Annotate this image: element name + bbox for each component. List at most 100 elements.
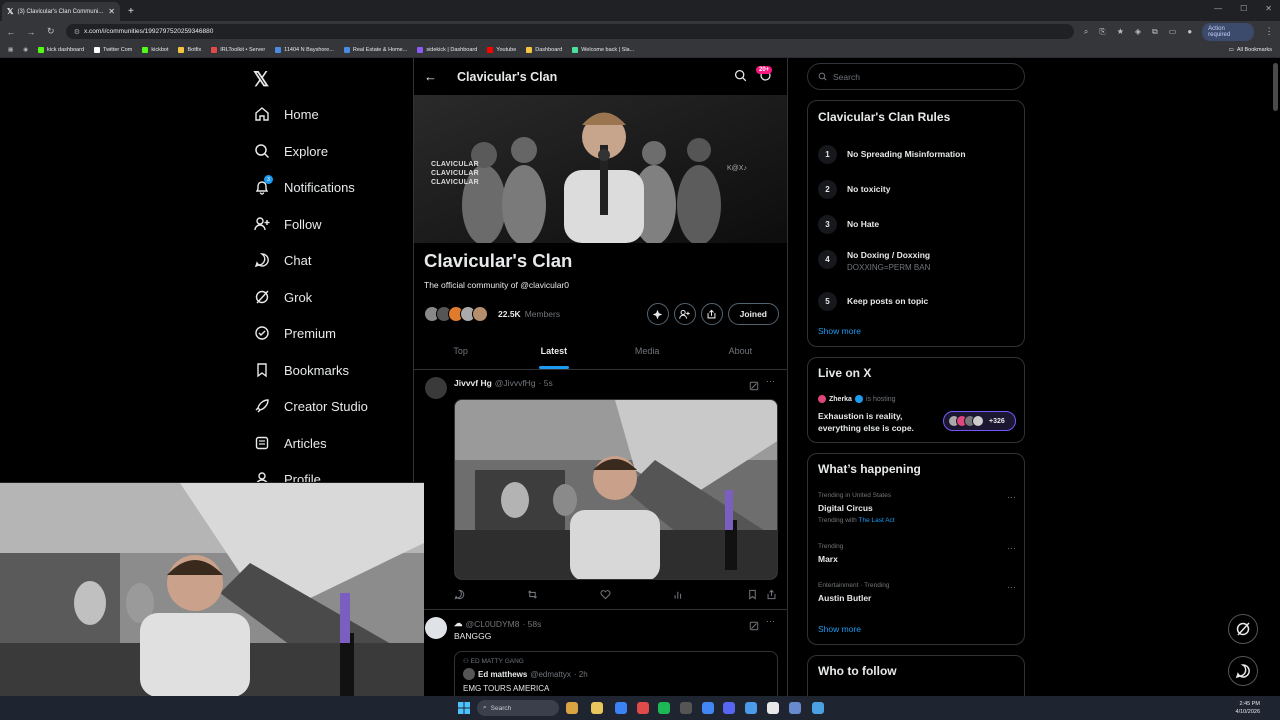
- share-button[interactable]: [700, 303, 723, 325]
- apps-icon[interactable]: ▦: [8, 47, 13, 53]
- chrome-icon[interactable]: [702, 702, 714, 714]
- maximize-icon[interactable]: ☐: [1240, 4, 1247, 13]
- invite-button[interactable]: [673, 303, 696, 325]
- close-window-icon[interactable]: ✕: [1265, 4, 1272, 13]
- post-more-icon[interactable]: ⋯: [766, 616, 775, 627]
- scrollbar-thumb[interactable]: [1273, 63, 1278, 111]
- trend-item[interactable]: Trending Marx ⋯: [818, 543, 1016, 564]
- forward-icon[interactable]: →: [26, 27, 36, 37]
- browser-menu-icon[interactable]: ⋮: [1264, 26, 1274, 37]
- taskbar-app-icon[interactable]: [745, 702, 757, 714]
- tab-media[interactable]: Media: [601, 333, 694, 369]
- browser-tab[interactable]: 𝕏 (3) Clavicular's Clan Communi... ✕: [2, 2, 120, 21]
- chat-fab[interactable]: [1228, 656, 1258, 686]
- nav-bookmarks[interactable]: Bookmarks: [254, 362, 349, 378]
- repost-icon[interactable]: [527, 587, 538, 605]
- post-more-icon[interactable]: ⋯: [766, 376, 775, 387]
- post-author-name[interactable]: ☁: [454, 618, 463, 629]
- minimize-icon[interactable]: —: [1214, 4, 1222, 13]
- taskbar-app-icon[interactable]: [812, 702, 824, 714]
- bookmark-item[interactable]: Real Estate & Home...: [343, 46, 407, 53]
- search-input[interactable]: Search: [807, 63, 1025, 90]
- extensions-icon[interactable]: ⧉: [1152, 27, 1158, 37]
- share-post-icon[interactable]: [766, 587, 777, 605]
- trend-more-icon[interactable]: ⋯: [1007, 543, 1016, 554]
- nav-grok[interactable]: Grok: [254, 289, 312, 305]
- taskbar-clock[interactable]: 2:45 PM 4/10/2026: [1236, 700, 1260, 716]
- rules-show-more[interactable]: Show more: [818, 326, 861, 336]
- nav-articles[interactable]: Articles: [254, 435, 327, 451]
- tab-about[interactable]: About: [694, 333, 787, 369]
- grok-explain-icon[interactable]: [749, 378, 759, 396]
- post-avatar[interactable]: [425, 617, 447, 639]
- bookmark-item[interactable]: kick dashboard: [38, 46, 84, 53]
- member-avatars[interactable]: [424, 306, 488, 322]
- live-listeners-pill[interactable]: +326: [943, 411, 1016, 431]
- close-tab-icon[interactable]: ✕: [108, 7, 115, 16]
- reply-icon[interactable]: [454, 587, 465, 605]
- zoom-icon[interactable]: ⌕: [1084, 27, 1088, 37]
- post-author-name[interactable]: Jivvvf Hg: [454, 378, 492, 388]
- nav-follow[interactable]: Follow: [254, 216, 322, 232]
- trend-more-icon[interactable]: ⋯: [1007, 492, 1016, 503]
- bookmark-item[interactable]: IRLToolkit • Server: [211, 46, 265, 53]
- site-info-icon[interactable]: ⚙: [74, 28, 80, 36]
- install-icon[interactable]: ⎘: [1099, 27, 1105, 37]
- trends-show-more[interactable]: Show more: [818, 624, 861, 634]
- bookmark-item[interactable]: 11404 N Bayshore...: [275, 46, 334, 53]
- chrome-icon[interactable]: ◉: [23, 47, 28, 53]
- views-icon[interactable]: [673, 587, 684, 605]
- trend-item[interactable]: Entertainment · Trending Austin Butler ⋯: [818, 582, 1016, 603]
- action-required-button[interactable]: Action required: [1202, 22, 1255, 41]
- discord-icon[interactable]: [723, 702, 735, 714]
- taskbar-app-icon[interactable]: [680, 702, 692, 714]
- post-avatar[interactable]: [425, 377, 447, 399]
- nav-explore[interactable]: Explore: [254, 143, 328, 159]
- quoted-post[interactable]: ⚇ ED MATTY GANG Ed matthews @edmattyx · …: [454, 651, 778, 696]
- taskbar-search[interactable]: ⌕ Search: [477, 700, 559, 716]
- pin-button[interactable]: [646, 303, 669, 325]
- bookmark-item[interactable]: Dashboard: [526, 46, 562, 53]
- back-arrow-icon[interactable]: ←: [424, 69, 437, 84]
- bookmark-item[interactable]: Welcome back | Sla...: [572, 46, 634, 53]
- taskbar-app-icon[interactable]: [637, 702, 649, 714]
- grok-fab[interactable]: [1228, 614, 1258, 644]
- trend-more-icon[interactable]: ⋯: [1007, 582, 1016, 593]
- nav-premium[interactable]: Premium: [254, 325, 336, 341]
- post-author-handle[interactable]: @JivvvfHg: [495, 378, 536, 388]
- post-author-handle[interactable]: @CL0UDYM8: [466, 619, 520, 629]
- post-video[interactable]: [454, 399, 778, 580]
- reload-icon[interactable]: ↻: [46, 26, 56, 37]
- live-host[interactable]: Zherka is hosting: [818, 395, 896, 403]
- back-icon[interactable]: ←: [6, 27, 16, 37]
- spotify-icon[interactable]: [658, 702, 670, 714]
- nav-chat[interactable]: Chat: [254, 252, 311, 268]
- taskbar-app-icon[interactable]: [789, 702, 801, 714]
- trend-item[interactable]: Trending in United States Digital Circus…: [818, 492, 1016, 524]
- bookmark-post-icon[interactable]: [747, 587, 758, 605]
- post-time[interactable]: · 58s: [522, 619, 541, 629]
- taskbar-app-icon[interactable]: [566, 702, 578, 714]
- file-explorer-icon[interactable]: [591, 702, 603, 714]
- bookmark-star-icon[interactable]: ★: [1117, 27, 1124, 37]
- new-tab-button[interactable]: +: [128, 6, 134, 17]
- url-field[interactable]: ⚙ x.com/i/communities/199279752025934688…: [65, 24, 1074, 39]
- taskbar-app-icon[interactable]: [615, 702, 627, 714]
- members-count[interactable]: 22.5K: [498, 309, 521, 319]
- bookmark-item[interactable]: Youtube: [487, 46, 516, 53]
- x-app-icon[interactable]: [767, 702, 779, 714]
- page-scrollbar[interactable]: [1271, 58, 1280, 696]
- like-icon[interactable]: [600, 587, 611, 605]
- split-icon[interactable]: ▭: [1169, 27, 1177, 37]
- bookmark-item[interactable]: kickbot: [142, 46, 168, 53]
- extension-icon[interactable]: ◈: [1135, 27, 1141, 37]
- nav-home[interactable]: Home: [254, 106, 319, 122]
- grok-explain-icon[interactable]: [749, 618, 759, 636]
- nav-notifications[interactable]: 3 Notifications: [254, 175, 355, 195]
- bookmark-item[interactable]: Twitter Com: [94, 46, 132, 53]
- live-space-title[interactable]: Exhaustion is reality, everything else i…: [818, 410, 938, 434]
- bookmark-item[interactable]: sidekick | Dashboard: [417, 46, 477, 53]
- profile-icon[interactable]: ●: [1187, 27, 1192, 37]
- tab-top[interactable]: Top: [414, 333, 507, 369]
- all-bookmarks[interactable]: ▭ All Bookmarks: [1229, 47, 1272, 53]
